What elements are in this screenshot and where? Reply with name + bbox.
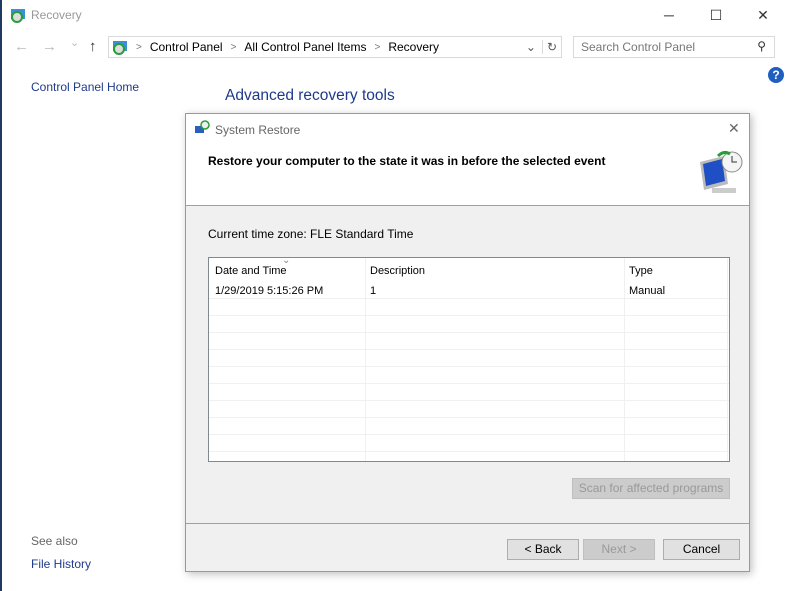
breadcrumb-all-items[interactable]: All Control Panel Items: [244, 40, 366, 54]
dialog-header: System Restore ✕ Restore your computer t…: [186, 114, 749, 206]
row-description: 1: [370, 285, 377, 297]
window-title: Recovery: [31, 8, 82, 22]
empty-row: [209, 435, 729, 452]
forward-arrow-icon[interactable]: →: [42, 38, 57, 55]
address-bar[interactable]: > Control Panel > All Control Panel Item…: [108, 36, 562, 58]
chevron-right-icon: >: [136, 41, 142, 53]
empty-row: [209, 316, 729, 333]
chevron-down-icon[interactable]: ⌄: [526, 40, 536, 54]
chevron-right-icon: >: [374, 41, 381, 53]
search-placeholder: Search Control Panel: [581, 40, 696, 54]
breadcrumb-recovery[interactable]: Recovery: [388, 40, 439, 54]
recovery-icon: [11, 9, 25, 23]
system-restore-icon: [195, 120, 210, 133]
empty-row: [209, 333, 729, 350]
minimize-button[interactable]: ─: [646, 4, 692, 26]
empty-row: [209, 299, 729, 316]
see-also-label: See also: [31, 534, 78, 548]
system-restore-dialog: System Restore ✕ Restore your computer t…: [185, 113, 750, 572]
file-history-link[interactable]: File History: [31, 557, 91, 571]
page-heading: Advanced recovery tools: [225, 87, 395, 104]
help-icon[interactable]: ?: [768, 67, 784, 83]
row-type: Manual: [629, 285, 666, 297]
empty-row: [209, 384, 729, 401]
restore-monitor-icon: [700, 150, 743, 193]
table-row[interactable]: 1/29/2019 5:15:26 PM 1 Manual: [209, 282, 729, 299]
back-button[interactable]: < Back: [507, 539, 579, 560]
divider: [186, 523, 749, 524]
empty-row: [209, 418, 729, 435]
empty-row: [209, 350, 729, 367]
empty-row: [209, 401, 729, 418]
control-panel-home-link[interactable]: Control Panel Home: [31, 80, 139, 94]
window-border: [0, 0, 2, 591]
next-button[interactable]: Next >: [583, 539, 655, 560]
recovery-icon: [113, 41, 127, 55]
close-button[interactable]: ✕: [740, 4, 786, 26]
chevron-right-icon: >: [230, 41, 237, 53]
refresh-icon[interactable]: ↻: [541, 40, 561, 54]
row-date: 1/29/2019 5:15:26 PM: [215, 285, 324, 297]
back-arrow-icon[interactable]: ←: [14, 38, 29, 55]
scan-affected-programs-button[interactable]: Scan for affected programs: [572, 478, 730, 499]
breadcrumb-control-panel[interactable]: Control Panel: [150, 40, 223, 54]
dialog-title: System Restore: [215, 123, 301, 137]
timezone-label: Current time zone: FLE Standard Time: [208, 227, 414, 241]
up-arrow-icon[interactable]: ↑: [89, 38, 97, 55]
restore-points-list[interactable]: ⌄ Date and Time Description Type 1/29/20…: [208, 257, 730, 462]
maximize-button[interactable]: ☐: [693, 4, 739, 26]
column-header-type[interactable]: Type: [629, 265, 653, 277]
search-input[interactable]: Search Control Panel ⚲: [573, 36, 775, 58]
empty-row: [209, 367, 729, 384]
dialog-close-button[interactable]: ✕: [728, 120, 740, 137]
dialog-instruction: Restore your computer to the state it wa…: [208, 154, 606, 168]
search-icon: ⚲: [757, 39, 766, 53]
recent-locations-icon[interactable]: ⌄: [70, 36, 79, 49]
cancel-button[interactable]: Cancel: [663, 539, 740, 560]
column-header-description[interactable]: Description: [370, 265, 425, 277]
column-header-date[interactable]: Date and Time: [215, 265, 287, 277]
